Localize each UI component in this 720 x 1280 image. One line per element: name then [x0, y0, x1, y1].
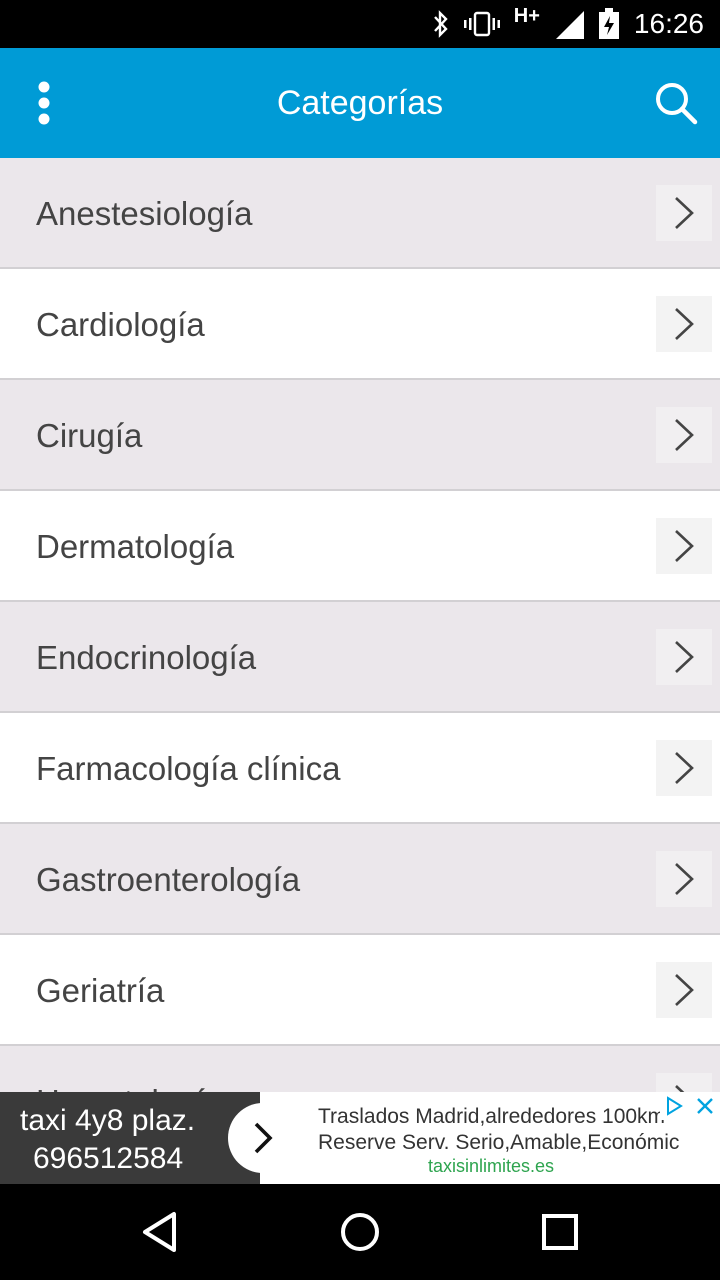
chevron-right-icon — [675, 197, 694, 229]
ad-call-panel[interactable]: taxi 4y8 plaz. 696512584 — [0, 1092, 260, 1184]
chevron-right-icon — [675, 530, 694, 562]
chevron-right-icon — [675, 308, 694, 340]
chevron-button[interactable] — [656, 185, 712, 241]
signal-icon — [555, 11, 584, 39]
app-bar: Categorías — [0, 48, 720, 158]
ad-phone: 696512584 — [33, 1142, 184, 1175]
chevron-button[interactable] — [656, 851, 712, 907]
chevron-right-icon — [675, 641, 694, 673]
chevron-button[interactable] — [656, 1073, 712, 1092]
ad-url[interactable]: taxisinlimites.es — [428, 1156, 554, 1177]
chevron-right-icon — [675, 863, 694, 895]
search-button[interactable] — [648, 75, 704, 131]
chevron-button[interactable] — [656, 407, 712, 463]
chevron-right-icon — [675, 974, 694, 1006]
search-icon — [656, 83, 698, 125]
list-item-label: Cardiología — [36, 306, 205, 343]
chevron-button[interactable] — [656, 962, 712, 1018]
list-item[interactable]: Cardiología — [0, 269, 720, 380]
chevron-right-icon — [675, 1085, 685, 1092]
recents-button[interactable] — [530, 1202, 590, 1262]
adchoices-button[interactable] — [660, 1092, 688, 1120]
chevron-button[interactable] — [656, 518, 712, 574]
list-item-label: Dermatología — [36, 528, 235, 565]
ad-banner[interactable]: taxi 4y8 plaz. 696512584 Traslados Madri… — [0, 1092, 720, 1184]
list-item-label: Endocrinología — [36, 639, 257, 676]
status-icons: H+ 16:26 — [432, 0, 704, 48]
chevron-button[interactable] — [656, 296, 712, 352]
list-item[interactable]: Gastroenterología — [0, 824, 720, 935]
back-button[interactable] — [130, 1202, 190, 1262]
bluetooth-icon — [433, 10, 448, 38]
list-item-label: Hematología — [36, 1046, 223, 1092]
network-type-label: H+ — [513, 4, 540, 27]
list-item-label: Geriatría — [36, 972, 165, 1009]
vibrate-icon — [463, 11, 500, 37]
list-item[interactable]: Dermatología — [0, 491, 720, 602]
recents-icon — [542, 1214, 578, 1250]
list-item-label: Gastroenterología — [36, 861, 301, 898]
list-item[interactable]: Geriatría — [0, 935, 720, 1046]
ad-description-line2: Reserve Serv. Serio,Amable,Económic — [318, 1131, 680, 1154]
battery-icon — [598, 8, 619, 39]
clock: 16:26 — [633, 8, 704, 39]
category-list: Anestesiología Cardiología Cirugía Derma… — [0, 158, 720, 1092]
back-icon — [143, 1212, 176, 1252]
chevron-right-icon — [675, 419, 694, 451]
chevron-right-icon — [254, 1122, 273, 1154]
home-icon — [341, 1213, 379, 1251]
chevron-button[interactable] — [656, 629, 712, 685]
navigation-bar — [0, 1184, 720, 1280]
ad-open-button[interactable] — [228, 1103, 298, 1173]
home-button[interactable] — [330, 1202, 390, 1262]
adchoices-icon — [667, 1096, 683, 1116]
list-item-label: Anestesiología — [36, 195, 253, 232]
ad-headline: taxi 4y8 plaz. — [20, 1104, 196, 1137]
list-item[interactable]: Hematología — [0, 1046, 720, 1092]
close-icon — [697, 1098, 713, 1114]
list-item[interactable]: Anestesiología — [0, 158, 720, 269]
list-item[interactable]: Endocrinología — [0, 602, 720, 713]
chevron-right-icon — [675, 752, 694, 784]
ad-close-button[interactable] — [690, 1092, 720, 1120]
list-item[interactable]: Cirugía — [0, 380, 720, 491]
chevron-button[interactable] — [656, 740, 712, 796]
list-item-label: Farmacología clínica — [36, 750, 341, 787]
status-bar: H+ 16:26 — [0, 0, 720, 48]
list-item[interactable]: Farmacología clínica — [0, 713, 720, 824]
list-item-label: Cirugía — [36, 417, 143, 454]
ad-description-line1: Traslados Madrid,alrededores 100km — [318, 1105, 666, 1128]
page-title: Categorías — [276, 84, 444, 122]
